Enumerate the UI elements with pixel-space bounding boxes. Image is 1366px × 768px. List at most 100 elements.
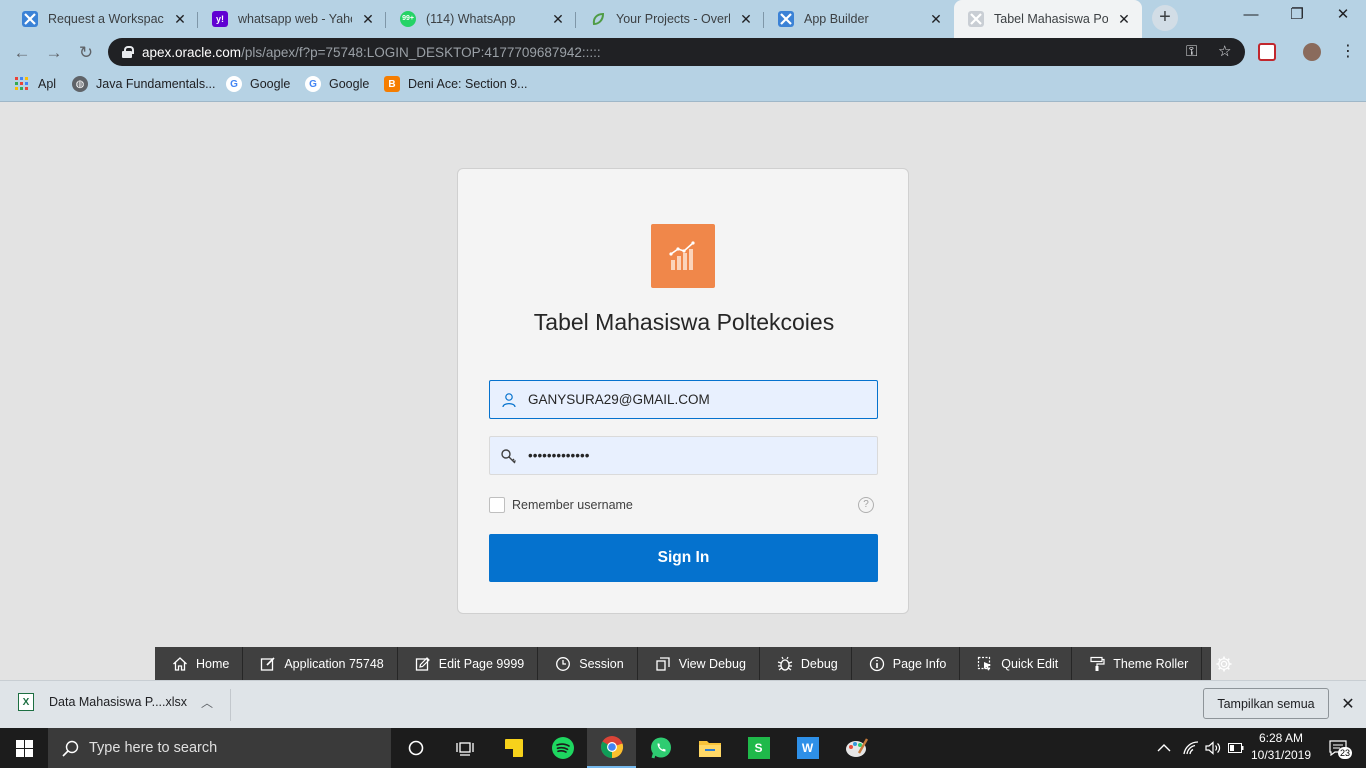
dev-application-button[interactable]: Application 75748: [243, 647, 398, 680]
apex-icon: [22, 10, 38, 27]
taskbar-search[interactable]: Type here to search: [48, 728, 391, 768]
search-icon: [62, 740, 79, 757]
star-icon[interactable]: ☆: [1218, 42, 1231, 60]
globe-icon: ◍: [72, 76, 88, 92]
maximize-button[interactable]: ❐: [1274, 0, 1320, 30]
dev-item-label: Application 75748: [284, 656, 384, 671]
file-explorer-icon[interactable]: [685, 728, 734, 768]
battery-icon[interactable]: [1228, 728, 1244, 768]
page-content: Tabel Mahasiswa Poltekcoies Remember use…: [0, 103, 1366, 647]
view-debug-icon: [654, 655, 672, 673]
dev-theme-roller-button[interactable]: Theme Roller: [1072, 647, 1203, 680]
dev-view-debug-button[interactable]: View Debug: [638, 647, 760, 680]
tab-app-builder[interactable]: App Builder ✕: [764, 3, 954, 34]
app-logo: [651, 224, 715, 288]
tab-title: whatsapp web - Yahoo Search: [238, 11, 352, 26]
user-icon: [490, 381, 528, 418]
dev-item-label: View Debug: [678, 656, 746, 671]
sticky-notes-icon[interactable]: [489, 728, 538, 768]
close-window-button[interactable]: ✕: [1320, 0, 1366, 30]
remember-username[interactable]: Remember username: [489, 497, 633, 513]
new-tab-button[interactable]: +: [1152, 5, 1178, 31]
close-icon[interactable]: ✕: [172, 11, 188, 27]
apex-icon: [778, 10, 794, 27]
close-icon[interactable]: ✕: [1116, 11, 1132, 27]
url-host: apex.oracle.com: [142, 44, 242, 60]
tab-request-workspace[interactable]: Request a Workspace - ... ✕: [8, 3, 198, 34]
google-icon: G: [305, 76, 321, 92]
notification-icon: 23: [1329, 740, 1353, 759]
avatar[interactable]: [1303, 43, 1321, 61]
reload-icon[interactable]: ↻: [74, 42, 98, 66]
quick-edit-icon: [976, 655, 994, 673]
address-bar[interactable]: apex.oracle.com/pls/apex/f?p=75748:LOGIN…: [108, 38, 1245, 66]
taskbar-clock[interactable]: 6:28 AM 10/31/2019: [1245, 730, 1317, 764]
dev-settings-button[interactable]: [1202, 647, 1246, 680]
paint-roller-icon: [1088, 655, 1106, 673]
bookmark-apps[interactable]: Apl: [14, 76, 56, 92]
back-icon[interactable]: ←: [10, 42, 34, 66]
tab-overleaf[interactable]: Your Projects - Overleaf ✕: [576, 3, 764, 34]
paint-icon[interactable]: [832, 728, 881, 768]
pencil-icon: [414, 655, 432, 673]
close-icon[interactable]: ✕: [1338, 694, 1358, 714]
clock-date: 10/31/2019: [1250, 748, 1312, 762]
menu-icon[interactable]: ⋮: [1336, 41, 1360, 65]
blogger-icon: B: [384, 76, 400, 92]
whatsapp-icon[interactable]: [636, 728, 685, 768]
tab-tabel-mahasiswa[interactable]: Tabel Mahasiswa Poltekcoies ✕: [954, 0, 1142, 38]
tab-whatsapp[interactable]: 99+ (114) WhatsApp ✕: [386, 3, 576, 34]
windows-start-button[interactable]: [0, 728, 48, 768]
dev-edit-page-button[interactable]: Edit Page 9999: [398, 647, 539, 680]
tab-yahoo-search[interactable]: y! whatsapp web - Yahoo Search ✕: [198, 3, 386, 34]
close-icon[interactable]: ✕: [360, 11, 376, 27]
dev-item-label: Session: [579, 656, 624, 671]
bookmark-label: Google: [329, 77, 370, 91]
remember-checkbox[interactable]: [489, 497, 505, 513]
notifications-button[interactable]: 23: [1323, 728, 1353, 768]
show-all-downloads-button[interactable]: Tampilkan semua: [1203, 688, 1329, 719]
bookmark-google-2[interactable]: G Google: [305, 76, 369, 92]
bookmark-google[interactable]: G Google: [226, 76, 290, 92]
dev-page-info-button[interactable]: Page Info: [852, 647, 961, 680]
tray-chevron-icon[interactable]: [1157, 728, 1171, 768]
close-icon[interactable]: ✕: [928, 11, 944, 27]
wifi-icon[interactable]: [1183, 728, 1199, 768]
download-item[interactable]: X Data Mahasiswa P....xlsx ︿: [18, 693, 213, 711]
username-field[interactable]: [489, 380, 878, 419]
spotify-icon[interactable]: [538, 728, 587, 768]
close-icon[interactable]: ✕: [550, 11, 566, 27]
help-icon[interactable]: ?: [858, 497, 874, 513]
page-title: Tabel Mahasiswa Poltekcoies: [533, 309, 835, 335]
overleaf-icon: [590, 11, 606, 27]
key-icon[interactable]: ⚿: [1186, 43, 1197, 60]
bug-icon: [776, 655, 794, 673]
volume-icon[interactable]: [1205, 728, 1221, 768]
close-icon[interactable]: ✕: [738, 11, 754, 27]
gear-icon: [1215, 655, 1233, 673]
dev-quick-edit-button[interactable]: Quick Edit: [960, 647, 1073, 680]
toolbar: ← → ↻ apex.oracle.com/pls/apex/f?p=75748…: [0, 38, 1366, 68]
home-icon: [171, 655, 189, 673]
password-field[interactable]: [489, 436, 878, 475]
bookmark-deni-ace[interactable]: B Deni Ace: Section 9...: [384, 76, 528, 92]
bookmark-java-fundamentals[interactable]: ◍ Java Fundamentals...: [72, 76, 216, 92]
remember-label: Remember username: [512, 498, 633, 512]
task-view-icon[interactable]: [391, 728, 440, 768]
dev-session-button[interactable]: Session: [538, 647, 638, 680]
wps-spreadsheet-icon[interactable]: S: [734, 728, 783, 768]
wps-writer-icon[interactable]: W: [783, 728, 832, 768]
username-input[interactable]: [528, 381, 877, 418]
windows-taskbar: Type here to search S W 6:28 AM 10/31/20…: [0, 728, 1366, 768]
dev-home-button[interactable]: Home: [155, 647, 244, 680]
extension-icon[interactable]: [1258, 43, 1276, 61]
forward-icon[interactable]: →: [42, 42, 66, 66]
timeline-icon[interactable]: [440, 728, 489, 768]
clock-icon: [554, 655, 572, 673]
password-input[interactable]: [528, 437, 877, 474]
sign-in-button[interactable]: Sign In: [489, 534, 878, 582]
minimize-button[interactable]: —: [1228, 0, 1274, 30]
dev-debug-button[interactable]: Debug: [760, 647, 852, 680]
chrome-icon[interactable]: [587, 728, 636, 768]
chevron-up-icon[interactable]: ︿: [201, 694, 213, 711]
